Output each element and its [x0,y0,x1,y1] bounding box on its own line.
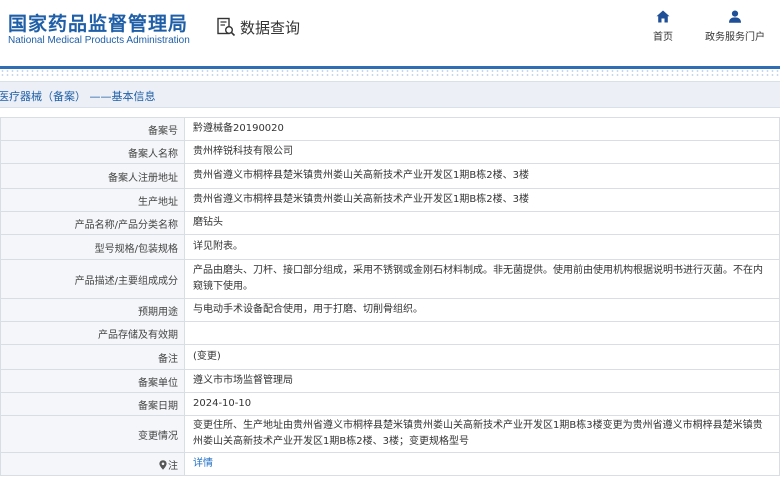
table-row: 生产地址 贵州省遵义市桐梓县楚米镇贵州娄山关高新技术产业开发区1期B栋2楼、3楼 [0,188,780,212]
site-logo-en[interactable]: National Medical Products Administration [8,35,190,46]
table-row: 产品描述/主要组成成分 产品由磨头、刀杆、接口部分组成，采用不锈钢或金刚石材料制… [0,259,780,299]
table-row: 注 详情 [0,452,780,476]
row-value: 变更住所、生产地址由贵州省遵义市桐梓县楚米镇贵州娄山关高新技术产业开发区1期B栋… [184,415,780,453]
data-query-label: 数据查询 [240,18,301,37]
row-value: 产品由磨头、刀杆、接口部分组成，采用不锈钢或金刚石材料制成。非无菌提供。使用前由… [184,259,780,299]
site-header: 国家药品监督管理局 National Medical Products Admi… [0,0,780,66]
detail-table: 备案号 黔遵械备20190020 备案人名称 贵州梓锐科技有限公司 备案人注册地… [0,117,780,476]
breadcrumb: 医疗器械（备案） ——基本信息 [0,81,780,108]
table-row: 备案日期 2024-10-10 [0,392,780,416]
nav-home[interactable]: 首页 [645,10,681,43]
row-value: 2024-10-10 [184,392,780,416]
breadcrumb-text: 医疗器械（备案） ——基本信息 [0,90,156,103]
row-label: 产品名称/产品分类名称 [0,211,185,235]
row-value: 遵义市市场监督管理局 [184,369,780,393]
row-value: 黔遵械备20190020 [184,117,780,141]
data-query-title: 数据查询 [216,16,300,38]
location-pin-icon [159,459,167,470]
header-divider-pattern [0,69,780,77]
row-label: 产品描述/主要组成成分 [0,259,185,299]
row-label: 备案日期 [0,392,185,416]
table-row: 产品存储及有效期 [0,321,780,345]
row-value: 贵州省遵义市桐梓县楚米镇贵州娄山关高新技术产业开发区1期B栋2楼、3楼 [184,188,780,212]
nav-home-label: 首页 [653,32,673,43]
home-icon [656,10,670,23]
row-label: 备案人注册地址 [0,163,185,189]
table-row: 产品名称/产品分类名称 磨钻头 [0,211,780,235]
row-label: 备案人名称 [0,140,185,164]
row-value: 详见附表。 [184,234,780,260]
row-value [184,321,780,345]
details-link[interactable]: 详情 [193,458,213,469]
row-value: 详情 [184,452,780,476]
row-label: 变更情况 [0,415,185,453]
table-row: 备案单位 遵义市市场监督管理局 [0,369,780,393]
row-label: 产品存储及有效期 [0,321,185,345]
document-search-icon [217,17,236,37]
row-label-note: 注 [0,452,185,476]
row-label: 预期用途 [0,298,185,322]
row-label: 备注 [0,344,185,370]
row-value: 贵州梓锐科技有限公司 [184,140,780,164]
nav-portal-label: 政务服务门户 [705,32,765,43]
table-row: 预期用途 与电动手术设备配合使用，用于打磨、切削骨组织。 [0,298,780,322]
table-row: 型号规格/包装规格 详见附表。 [0,234,780,260]
row-label: 生产地址 [0,188,185,212]
row-label: 备案单位 [0,369,185,393]
note-label-text: 注 [168,460,178,472]
row-value: 与电动手术设备配合使用，用于打磨、切削骨组织。 [184,298,780,322]
row-value: 磨钻头 [184,211,780,235]
row-label: 型号规格/包装规格 [0,234,185,260]
header-divider-band [0,66,780,77]
site-logo-cn[interactable]: 国家药品监督管理局 [8,9,188,36]
row-value: (变更) [184,344,780,370]
row-value: 贵州省遵义市桐梓县楚米镇贵州娄山关高新技术产业开发区1期B栋2楼、3楼 [184,163,780,189]
nav-portal[interactable]: 政务服务门户 [698,10,772,43]
row-label: 备案号 [0,117,185,141]
table-row: 备案人注册地址 贵州省遵义市桐梓县楚米镇贵州娄山关高新技术产业开发区1期B栋2楼… [0,163,780,189]
table-row: 备案人名称 贵州梓锐科技有限公司 [0,140,780,164]
table-row: 变更情况 变更住所、生产地址由贵州省遵义市桐梓县楚米镇贵州娄山关高新技术产业开发… [0,415,780,453]
user-icon [729,10,741,23]
table-row: 备注 (变更) [0,344,780,370]
table-row: 备案号 黔遵械备20190020 [0,117,780,141]
